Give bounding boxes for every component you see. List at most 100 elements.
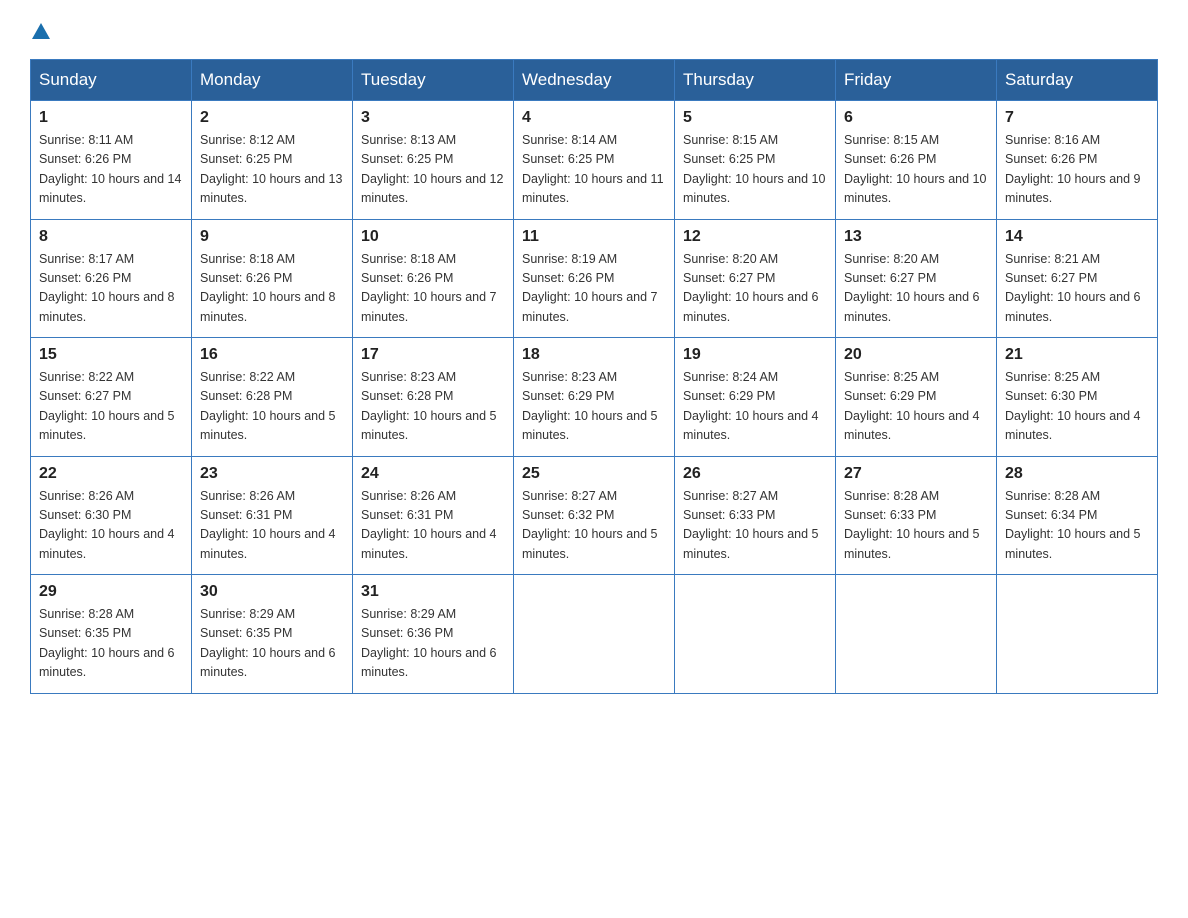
- day-number: 10: [361, 228, 505, 246]
- day-info: Sunrise: 8:26 AMSunset: 6:30 PMDaylight:…: [39, 487, 183, 565]
- page-header: [30, 20, 1158, 39]
- day-info: Sunrise: 8:14 AMSunset: 6:25 PMDaylight:…: [522, 131, 666, 209]
- day-info: Sunrise: 8:25 AMSunset: 6:29 PMDaylight:…: [844, 368, 988, 446]
- day-info: Sunrise: 8:13 AMSunset: 6:25 PMDaylight:…: [361, 131, 505, 209]
- calendar-day-cell: 4 Sunrise: 8:14 AMSunset: 6:25 PMDaylight…: [514, 101, 675, 220]
- day-number: 14: [1005, 228, 1149, 246]
- calendar-week-row: 8 Sunrise: 8:17 AMSunset: 6:26 PMDaylight…: [31, 219, 1158, 338]
- calendar-day-cell: 27 Sunrise: 8:28 AMSunset: 6:33 PMDayligh…: [836, 456, 997, 575]
- day-info: Sunrise: 8:22 AMSunset: 6:28 PMDaylight:…: [200, 368, 344, 446]
- day-info: Sunrise: 8:24 AMSunset: 6:29 PMDaylight:…: [683, 368, 827, 446]
- day-info: Sunrise: 8:25 AMSunset: 6:30 PMDaylight:…: [1005, 368, 1149, 446]
- day-info: Sunrise: 8:27 AMSunset: 6:33 PMDaylight:…: [683, 487, 827, 565]
- calendar-week-row: 22 Sunrise: 8:26 AMSunset: 6:30 PMDayligh…: [31, 456, 1158, 575]
- calendar-day-cell: 29 Sunrise: 8:28 AMSunset: 6:35 PMDayligh…: [31, 575, 192, 694]
- calendar-day-cell: 25 Sunrise: 8:27 AMSunset: 6:32 PMDayligh…: [514, 456, 675, 575]
- day-number: 16: [200, 346, 344, 364]
- day-info: Sunrise: 8:27 AMSunset: 6:32 PMDaylight:…: [522, 487, 666, 565]
- day-of-week-header: Thursday: [675, 60, 836, 101]
- day-number: 1: [39, 109, 183, 127]
- calendar-day-cell: 1 Sunrise: 8:11 AMSunset: 6:26 PMDaylight…: [31, 101, 192, 220]
- calendar-day-cell: 26 Sunrise: 8:27 AMSunset: 6:33 PMDayligh…: [675, 456, 836, 575]
- calendar-week-row: 1 Sunrise: 8:11 AMSunset: 6:26 PMDaylight…: [31, 101, 1158, 220]
- day-info: Sunrise: 8:29 AMSunset: 6:36 PMDaylight:…: [361, 605, 505, 683]
- calendar-day-cell: 20 Sunrise: 8:25 AMSunset: 6:29 PMDayligh…: [836, 338, 997, 457]
- calendar-day-cell: 11Sunrise: 8:19 AMSunset: 6:26 PMDayligh…: [514, 219, 675, 338]
- day-number: 30: [200, 583, 344, 601]
- day-number: 12: [683, 228, 827, 246]
- calendar-day-cell: [514, 575, 675, 694]
- day-number: 5: [683, 109, 827, 127]
- day-info: Sunrise: 8:15 AMSunset: 6:26 PMDaylight:…: [844, 131, 988, 209]
- day-info: Sunrise: 8:17 AMSunset: 6:26 PMDaylight:…: [39, 250, 183, 328]
- day-number: 23: [200, 465, 344, 483]
- calendar-day-cell: 14 Sunrise: 8:21 AMSunset: 6:27 PMDayligh…: [997, 219, 1158, 338]
- calendar-day-cell: 16 Sunrise: 8:22 AMSunset: 6:28 PMDayligh…: [192, 338, 353, 457]
- calendar-day-cell: 7 Sunrise: 8:16 AMSunset: 6:26 PMDaylight…: [997, 101, 1158, 220]
- day-number: 25: [522, 465, 666, 483]
- day-info: Sunrise: 8:26 AMSunset: 6:31 PMDaylight:…: [200, 487, 344, 565]
- day-number: 4: [522, 109, 666, 127]
- day-number: 19: [683, 346, 827, 364]
- logo: [30, 20, 50, 39]
- day-number: 29: [39, 583, 183, 601]
- day-info: Sunrise: 8:18 AMSunset: 6:26 PMDaylight:…: [200, 250, 344, 328]
- day-number: 27: [844, 465, 988, 483]
- calendar-day-cell: 3 Sunrise: 8:13 AMSunset: 6:25 PMDaylight…: [353, 101, 514, 220]
- day-number: 28: [1005, 465, 1149, 483]
- calendar-week-row: 29 Sunrise: 8:28 AMSunset: 6:35 PMDayligh…: [31, 575, 1158, 694]
- calendar-day-cell: [997, 575, 1158, 694]
- day-of-week-header: Saturday: [997, 60, 1158, 101]
- calendar-table: SundayMondayTuesdayWednesdayThursdayFrid…: [30, 59, 1158, 694]
- day-info: Sunrise: 8:28 AMSunset: 6:33 PMDaylight:…: [844, 487, 988, 565]
- calendar-day-cell: 8 Sunrise: 8:17 AMSunset: 6:26 PMDaylight…: [31, 219, 192, 338]
- calendar-day-cell: 31 Sunrise: 8:29 AMSunset: 6:36 PMDayligh…: [353, 575, 514, 694]
- day-info: Sunrise: 8:16 AMSunset: 6:26 PMDaylight:…: [1005, 131, 1149, 209]
- day-info: Sunrise: 8:26 AMSunset: 6:31 PMDaylight:…: [361, 487, 505, 565]
- calendar-day-cell: 22 Sunrise: 8:26 AMSunset: 6:30 PMDayligh…: [31, 456, 192, 575]
- day-info: Sunrise: 8:19 AMSunset: 6:26 PMDaylight:…: [522, 250, 666, 328]
- calendar-day-cell: 9 Sunrise: 8:18 AMSunset: 6:26 PMDaylight…: [192, 219, 353, 338]
- day-info: Sunrise: 8:12 AMSunset: 6:25 PMDaylight:…: [200, 131, 344, 209]
- calendar-day-cell: [675, 575, 836, 694]
- day-number: 6: [844, 109, 988, 127]
- day-info: Sunrise: 8:18 AMSunset: 6:26 PMDaylight:…: [361, 250, 505, 328]
- day-info: Sunrise: 8:28 AMSunset: 6:35 PMDaylight:…: [39, 605, 183, 683]
- day-of-week-header: Tuesday: [353, 60, 514, 101]
- calendar-day-cell: 12 Sunrise: 8:20 AMSunset: 6:27 PMDayligh…: [675, 219, 836, 338]
- calendar-day-cell: 17Sunrise: 8:23 AMSunset: 6:28 PMDayligh…: [353, 338, 514, 457]
- calendar-header-row: SundayMondayTuesdayWednesdayThursdayFrid…: [31, 60, 1158, 101]
- day-number: 3: [361, 109, 505, 127]
- day-number: 21: [1005, 346, 1149, 364]
- day-number: 18: [522, 346, 666, 364]
- calendar-day-cell: 23 Sunrise: 8:26 AMSunset: 6:31 PMDayligh…: [192, 456, 353, 575]
- calendar-day-cell: [836, 575, 997, 694]
- calendar-day-cell: 2 Sunrise: 8:12 AMSunset: 6:25 PMDaylight…: [192, 101, 353, 220]
- day-number: 22: [39, 465, 183, 483]
- calendar-week-row: 15Sunrise: 8:22 AMSunset: 6:27 PMDayligh…: [31, 338, 1158, 457]
- day-of-week-header: Wednesday: [514, 60, 675, 101]
- day-info: Sunrise: 8:20 AMSunset: 6:27 PMDaylight:…: [844, 250, 988, 328]
- day-info: Sunrise: 8:29 AMSunset: 6:35 PMDaylight:…: [200, 605, 344, 683]
- calendar-day-cell: 10 Sunrise: 8:18 AMSunset: 6:26 PMDayligh…: [353, 219, 514, 338]
- day-number: 2: [200, 109, 344, 127]
- day-number: 8: [39, 228, 183, 246]
- day-info: Sunrise: 8:28 AMSunset: 6:34 PMDaylight:…: [1005, 487, 1149, 565]
- calendar-day-cell: 6 Sunrise: 8:15 AMSunset: 6:26 PMDaylight…: [836, 101, 997, 220]
- day-of-week-header: Monday: [192, 60, 353, 101]
- day-info: Sunrise: 8:21 AMSunset: 6:27 PMDaylight:…: [1005, 250, 1149, 328]
- day-info: Sunrise: 8:23 AMSunset: 6:28 PMDaylight:…: [361, 368, 505, 446]
- calendar-day-cell: 28 Sunrise: 8:28 AMSunset: 6:34 PMDayligh…: [997, 456, 1158, 575]
- day-info: Sunrise: 8:20 AMSunset: 6:27 PMDaylight:…: [683, 250, 827, 328]
- day-info: Sunrise: 8:11 AMSunset: 6:26 PMDaylight:…: [39, 131, 183, 209]
- day-number: 7: [1005, 109, 1149, 127]
- calendar-day-cell: 13Sunrise: 8:20 AMSunset: 6:27 PMDayligh…: [836, 219, 997, 338]
- day-number: 20: [844, 346, 988, 364]
- calendar-day-cell: 21 Sunrise: 8:25 AMSunset: 6:30 PMDayligh…: [997, 338, 1158, 457]
- day-number: 26: [683, 465, 827, 483]
- day-info: Sunrise: 8:15 AMSunset: 6:25 PMDaylight:…: [683, 131, 827, 209]
- calendar-day-cell: 30 Sunrise: 8:29 AMSunset: 6:35 PMDayligh…: [192, 575, 353, 694]
- calendar-day-cell: 19 Sunrise: 8:24 AMSunset: 6:29 PMDayligh…: [675, 338, 836, 457]
- day-number: 9: [200, 228, 344, 246]
- day-number: 31: [361, 583, 505, 601]
